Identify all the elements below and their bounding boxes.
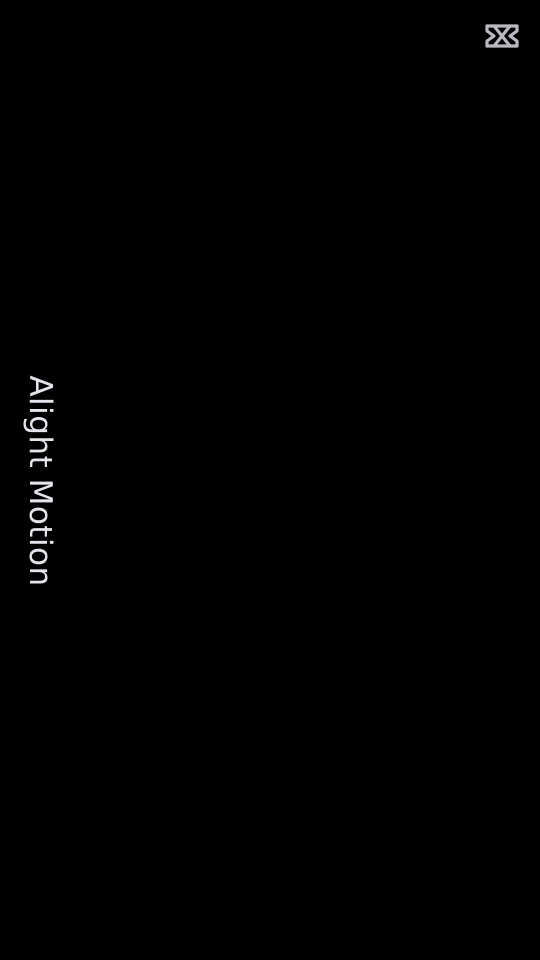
watermark-text: Alight Motion bbox=[22, 375, 58, 587]
capcut-logo-icon bbox=[484, 21, 520, 51]
video-frame: Alight Motion bbox=[0, 0, 540, 960]
